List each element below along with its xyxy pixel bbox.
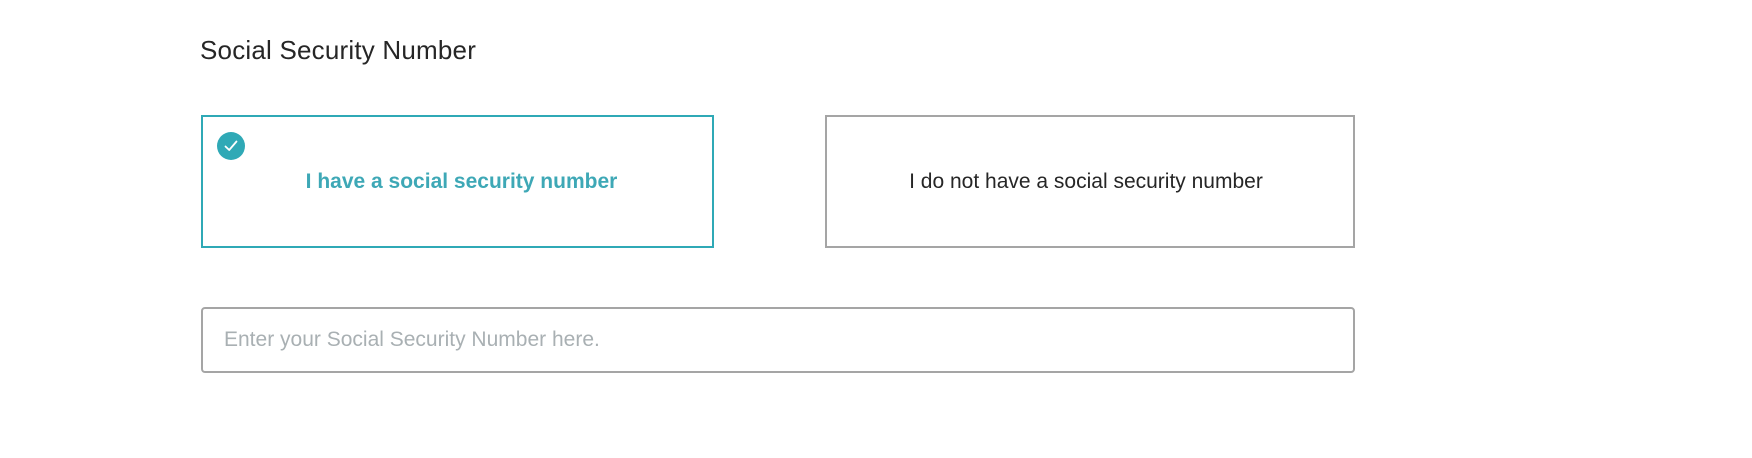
option-has-ssn[interactable]: I have a social security number <box>201 115 714 248</box>
section-title: Social Security Number <box>200 35 477 65</box>
option-has-ssn-label: I have a social security number <box>305 169 618 193</box>
option-no-ssn-label: I do not have a social security number <box>909 169 1263 193</box>
option-no-ssn[interactable]: I do not have a social security number <box>825 115 1355 248</box>
checkmark-circle-icon <box>217 132 245 160</box>
ssn-input[interactable] <box>201 307 1355 373</box>
checkmark-icon <box>224 140 238 151</box>
